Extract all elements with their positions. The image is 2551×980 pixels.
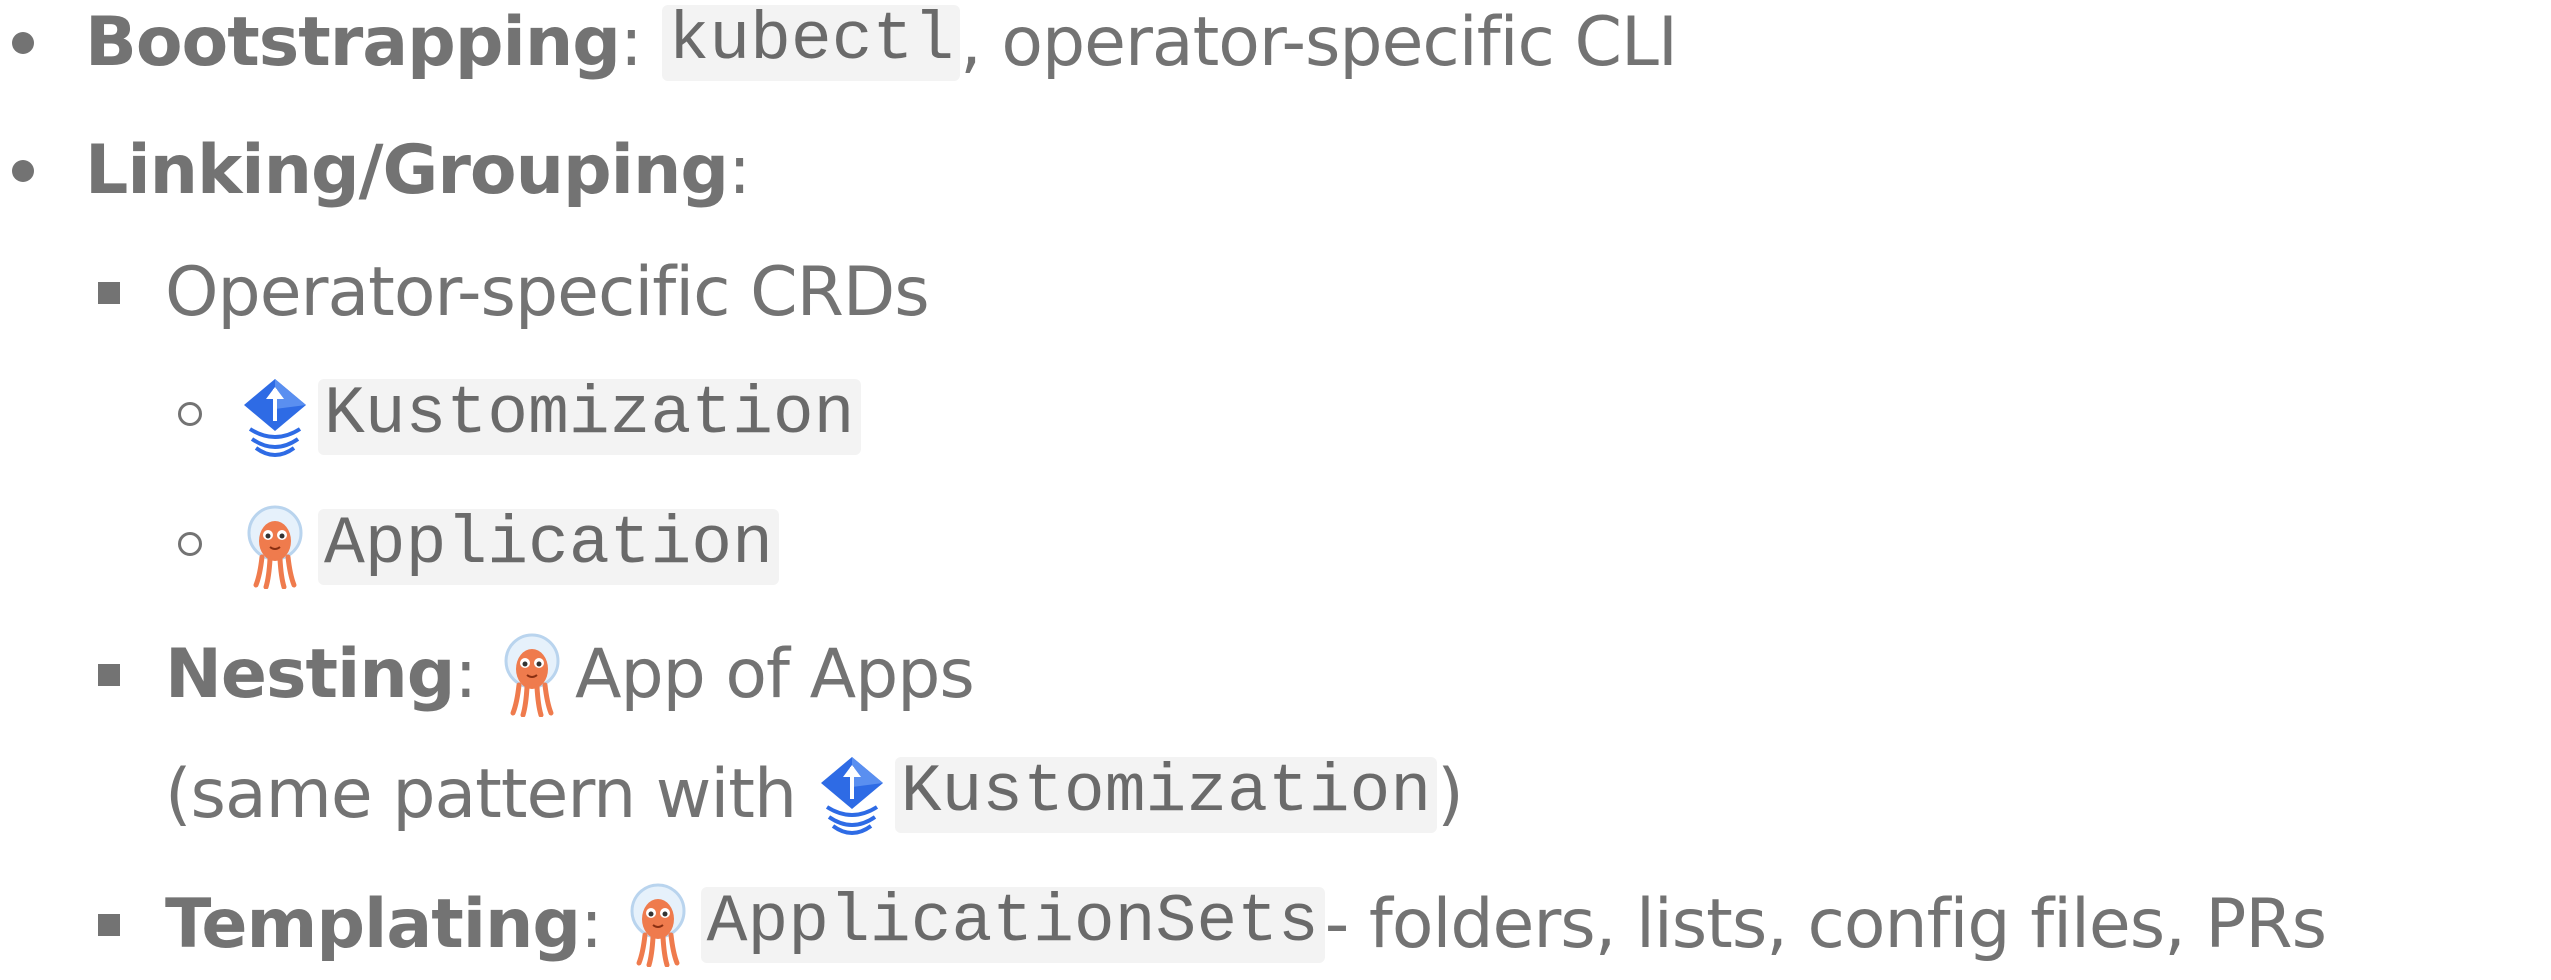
list-item-operator-crds: Operator-specific CRDs xyxy=(165,238,930,348)
list-item-bootstrapping: Bootstrapping: kubectl, operator-specifi… xyxy=(85,0,1678,98)
continuation-close: ) xyxy=(1437,755,1464,834)
slide: Bootstrapping: kubectl, operator-specifi… xyxy=(0,0,2551,967)
bullet-square xyxy=(98,914,120,936)
bullet-square xyxy=(98,664,120,686)
templating-label: Templating xyxy=(165,885,581,964)
bullet-circle xyxy=(178,532,202,556)
list-item-application: Application xyxy=(240,492,779,602)
argo-octopus-icon xyxy=(240,505,310,589)
bootstrapping-sep: : xyxy=(619,3,643,82)
bullet-disc xyxy=(12,160,34,182)
applicationsets-code: ApplicationSets xyxy=(700,887,1325,963)
nesting-continuation: (same pattern with Kustomization) xyxy=(165,740,1464,850)
argo-octopus-icon xyxy=(623,883,693,967)
bootstrapping-rest: , operator-specific CLI xyxy=(960,3,1678,82)
templating-sep: : xyxy=(580,885,603,964)
continuation-code: Kustomization xyxy=(894,757,1438,833)
application-code: Application xyxy=(318,509,779,585)
linking-label: Linking/Grouping xyxy=(85,131,729,210)
list-item-linking: Linking/Grouping: xyxy=(85,116,751,226)
list-item-nesting: Nesting: App of Apps xyxy=(165,620,975,730)
templating-rest: - folders, lists, config files, PRs xyxy=(1324,885,2327,964)
linking-sep: : xyxy=(728,131,751,210)
operator-crds-text: Operator-specific CRDs xyxy=(165,253,930,332)
bullet-disc xyxy=(12,32,34,54)
continuation-open: (same pattern with xyxy=(165,755,797,834)
bootstrapping-label: Bootstrapping xyxy=(85,3,621,82)
kustomization-code: Kustomization xyxy=(318,379,861,455)
nesting-text: App of Apps xyxy=(574,635,975,714)
flux-icon xyxy=(240,375,310,459)
bullet-square xyxy=(98,282,120,304)
kubectl-code: kubectl xyxy=(662,5,961,81)
nesting-sep: : xyxy=(454,635,477,714)
list-item-kustomization: Kustomization xyxy=(240,362,861,472)
nesting-label: Nesting xyxy=(165,635,455,714)
bullet-circle xyxy=(178,402,202,426)
flux-icon xyxy=(817,753,887,837)
argo-octopus-icon xyxy=(497,633,567,717)
